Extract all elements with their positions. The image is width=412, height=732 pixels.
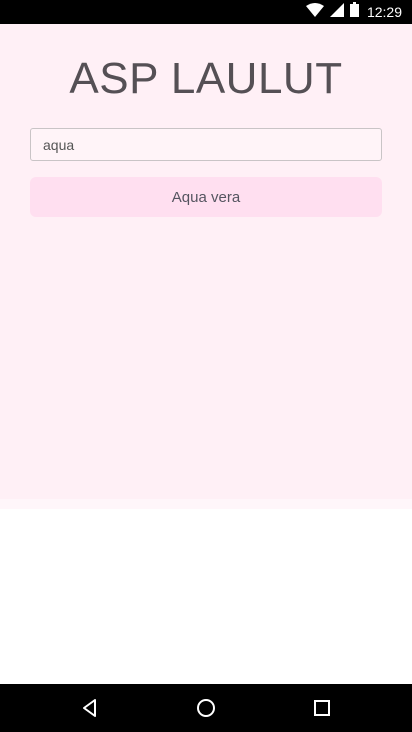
- phone-screen: 12:29 ASP LAULUT Aqua vera: [0, 0, 412, 732]
- page-title: ASP LAULUT: [69, 54, 343, 103]
- search-input[interactable]: [30, 128, 382, 161]
- battery-icon: [349, 2, 359, 22]
- navigation-bar: [0, 684, 412, 732]
- content-bottom-strip: [0, 499, 412, 509]
- recents-icon[interactable]: [310, 696, 334, 720]
- wifi-icon: [305, 2, 324, 22]
- status-time: 12:29: [366, 4, 402, 20]
- signal-icon: [329, 2, 344, 22]
- song-result-button[interactable]: Aqua vera: [30, 177, 382, 217]
- status-icons: 12:29: [305, 2, 402, 22]
- back-icon[interactable]: [78, 696, 102, 720]
- status-bar: 12:29: [0, 0, 412, 24]
- app-content: ASP LAULUT Aqua vera: [0, 24, 412, 509]
- home-icon[interactable]: [194, 696, 218, 720]
